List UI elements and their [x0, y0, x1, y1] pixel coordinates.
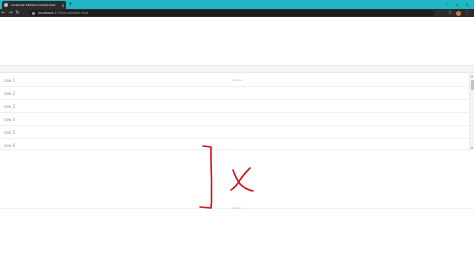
red-annotation-overlay	[199, 145, 254, 209]
red-x-mark-stroke-a	[232, 169, 254, 192]
red-bracket-mark	[199, 145, 213, 209]
